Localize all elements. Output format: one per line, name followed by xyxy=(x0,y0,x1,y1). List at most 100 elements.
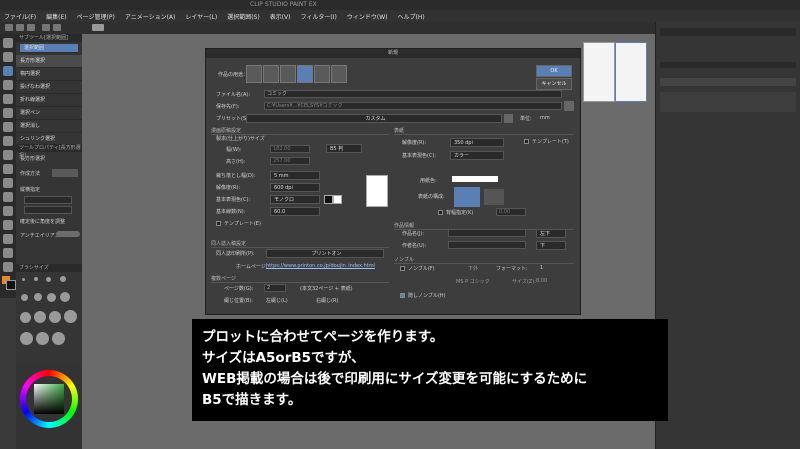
preset-register-icon[interactable] xyxy=(504,114,513,123)
figure-icon[interactable] xyxy=(3,234,13,244)
balloon-icon[interactable] xyxy=(3,262,13,272)
decoration-icon[interactable] xyxy=(3,164,13,174)
zoom-icon[interactable] xyxy=(3,38,13,48)
antialias-selector[interactable] xyxy=(56,231,80,237)
hidden-nombre-checkbox[interactable] xyxy=(400,293,405,298)
brush-size-option[interactable] xyxy=(60,292,70,302)
size-select[interactable]: B5 判 xyxy=(326,144,362,153)
bleed-select[interactable]: 5 mm xyxy=(270,171,320,180)
layer-row[interactable] xyxy=(660,92,796,112)
work-name-input[interactable] xyxy=(448,229,526,237)
binding-left-radio[interactable]: 左綴じ(L) xyxy=(266,297,288,304)
purpose-comic-print-icon[interactable] xyxy=(280,65,296,83)
cover-color-select[interactable]: カラー xyxy=(450,151,504,160)
text-icon[interactable] xyxy=(3,248,13,258)
brush-size-option[interactable] xyxy=(49,311,61,323)
work-name-pos-select[interactable]: 左下 xyxy=(536,229,566,238)
purpose-animation-icon[interactable] xyxy=(331,65,347,83)
folder-icon[interactable] xyxy=(564,101,574,111)
redo-icon[interactable] xyxy=(53,24,61,31)
brush-size-option[interactable] xyxy=(21,294,28,301)
brush-size-option[interactable] xyxy=(47,293,56,302)
binding-right-radio[interactable]: 右綴じ(R) xyxy=(316,297,338,304)
subtool-item-polyline[interactable]: 折れ線選択 xyxy=(16,94,82,107)
filename-input[interactable]: コミック xyxy=(264,90,562,98)
nombre-pos[interactable]: 下外 xyxy=(468,265,478,272)
move-icon[interactable] xyxy=(3,52,13,62)
nombre-font[interactable]: MS P ゴシック xyxy=(456,278,490,285)
menu-help[interactable]: ヘルプ(H) xyxy=(397,12,424,21)
spine-input[interactable]: 0.00 xyxy=(496,208,526,216)
menu-view[interactable]: 表示(V) xyxy=(270,12,291,21)
blend-icon[interactable] xyxy=(3,192,13,202)
spine-checkbox[interactable] xyxy=(438,210,443,215)
cancel-button[interactable]: キャンセル xyxy=(536,78,572,90)
purpose-comic-icon[interactable] xyxy=(297,65,313,83)
subtool-item-rect[interactable]: 長方形選択 xyxy=(16,55,82,68)
fill-icon[interactable] xyxy=(3,206,13,216)
menu-page[interactable]: ページ管理(P) xyxy=(77,12,115,21)
brush-size-option[interactable] xyxy=(22,278,25,281)
cover-res-select[interactable]: 350 dpi xyxy=(450,138,504,147)
aspect-field-2[interactable] xyxy=(24,206,72,214)
savepath-input[interactable]: C:¥Users¥...¥CELSYS¥コミック xyxy=(264,102,562,110)
homepage-link[interactable]: https://www.printon.co.jp/doujin_index.h… xyxy=(266,263,375,269)
undo-icon[interactable] xyxy=(42,24,50,31)
template-checkbox[interactable] xyxy=(216,221,221,226)
save-icon[interactable] xyxy=(27,24,35,31)
brush-size-option[interactable] xyxy=(64,310,77,323)
subtool-item-selpen[interactable]: 選択ペン xyxy=(16,107,82,120)
menu-window[interactable]: ウィンドウ(W) xyxy=(347,12,388,21)
subtool-item-lasso[interactable]: 投げなわ選択 xyxy=(16,81,82,94)
height-input[interactable]: 257.00 xyxy=(270,157,310,165)
eyedropper-icon[interactable] xyxy=(3,94,13,104)
brush-size-option[interactable] xyxy=(60,276,66,282)
line-color-swatch[interactable] xyxy=(324,195,333,204)
brush-size-option[interactable] xyxy=(20,332,33,345)
menu-edit[interactable]: 編集(E) xyxy=(46,12,66,21)
auto-select-icon[interactable] xyxy=(3,80,13,90)
paper-color-bar[interactable] xyxy=(452,176,498,182)
aspect-field[interactable] xyxy=(24,196,72,204)
resolution-select[interactable]: 600 dpi xyxy=(270,183,320,192)
cover-layout-spread-icon[interactable] xyxy=(454,187,480,207)
menu-selection[interactable]: 選択範囲(S) xyxy=(227,12,260,21)
airbrush-icon[interactable] xyxy=(3,150,13,160)
subtool-item-selerase[interactable]: 選択消し xyxy=(16,120,82,133)
unit-value[interactable]: mm xyxy=(540,115,550,121)
author-pos-select[interactable]: 下 xyxy=(536,241,566,250)
page-thumbnail[interactable] xyxy=(615,42,647,102)
gradient-icon[interactable] xyxy=(3,220,13,230)
open-icon[interactable] xyxy=(16,24,24,31)
brush-size-option[interactable] xyxy=(46,277,51,282)
saturation-box[interactable] xyxy=(34,384,64,414)
cover-template-checkbox[interactable] xyxy=(524,139,529,144)
brush-size-option[interactable] xyxy=(20,312,31,323)
new-icon[interactable] xyxy=(5,24,13,31)
preset-select[interactable]: カスタム xyxy=(246,114,502,123)
pencil-icon[interactable] xyxy=(3,122,13,132)
nombre-checkbox[interactable] xyxy=(400,266,405,271)
cover-layout-single-icon[interactable] xyxy=(484,189,504,205)
menu-file[interactable]: ファイル(F) xyxy=(4,12,36,21)
pen-icon[interactable] xyxy=(3,108,13,118)
selection-icon[interactable] xyxy=(3,66,13,76)
brush-size-option[interactable] xyxy=(36,332,49,345)
brush-size-option[interactable] xyxy=(34,277,38,281)
menu-animation[interactable]: アニメーション(A) xyxy=(125,12,176,21)
frame-lines-select[interactable]: 60.0 xyxy=(270,207,320,216)
author-input[interactable] xyxy=(448,241,526,249)
menu-layer[interactable]: レイヤー(L) xyxy=(185,12,217,21)
subtool-tab-selection[interactable]: 選択範囲 xyxy=(20,44,78,53)
brush-size-option[interactable] xyxy=(34,311,46,323)
nombre-start[interactable]: 1 xyxy=(540,265,543,271)
eraser-icon[interactable] xyxy=(3,178,13,188)
doujin-printer-select[interactable]: プリントオン xyxy=(266,249,384,258)
pages-input[interactable]: 2 xyxy=(264,284,286,292)
purpose-illustration-icon[interactable] xyxy=(246,65,262,83)
sub-color-swatch[interactable] xyxy=(6,280,16,290)
brush-icon[interactable] xyxy=(3,136,13,146)
color-mode-select[interactable]: モノクロ xyxy=(270,195,320,204)
subtool-item-ellipse[interactable]: 楕円選択 xyxy=(16,68,82,81)
canvas-tab[interactable] xyxy=(92,24,104,31)
